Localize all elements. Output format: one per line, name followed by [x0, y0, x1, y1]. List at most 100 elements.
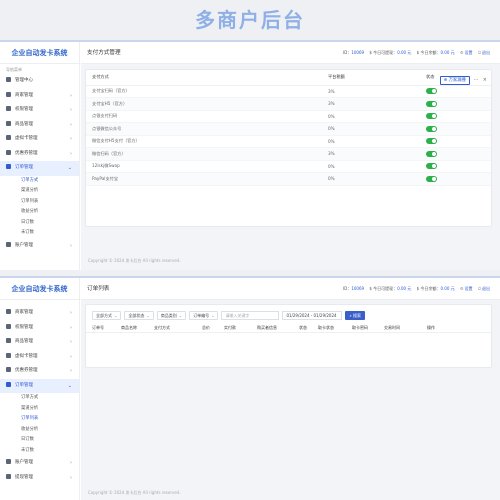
chevron-right-icon: › [70, 107, 72, 113]
sidebar-item-box[interactable]: 商品管理 › [0, 335, 79, 350]
footer: Copyright © 2024 发卡后台 All rights reserve… [88, 490, 181, 495]
sidebar-item-label: 订单管理 [15, 382, 33, 388]
close-icon[interactable]: × [483, 77, 487, 83]
submenu-item[interactable]: 未订数 [0, 446, 79, 457]
sidebar-item-label: 商品管理 [15, 121, 33, 127]
status-toggle[interactable] [426, 163, 437, 170]
sidebar-item-coupon[interactable]: 优惠券管理 › [0, 147, 79, 162]
submenu-item[interactable]: 收益分析 [0, 207, 79, 218]
profit-label: $ 今日可提现： [369, 50, 398, 55]
payment-name: 支付宝H5（官方） [86, 97, 322, 111]
search-input[interactable]: 请输入关键字 [221, 310, 280, 320]
table-row: 支付宝H5（官方） 3% [86, 97, 491, 111]
hero-title: 多商户后台 [195, 8, 305, 32]
status-toggle[interactable] [426, 150, 437, 157]
chevron-right-icon: › [70, 474, 72, 481]
settings-link[interactable]: 设置 [465, 50, 473, 55]
platform-fee: 3% [322, 147, 420, 161]
sidebar-item-card[interactable]: 虚拟卡管理 › [0, 132, 79, 147]
status-toggle[interactable] [426, 175, 437, 182]
status-select[interactable]: 全部状态 ⌄ [124, 310, 154, 320]
sidebar-item-order[interactable]: 订单管理 ⌄ [0, 378, 79, 393]
table-row: 支付宝扫码（官方） 3% [86, 85, 491, 98]
sidebar-item-coupon[interactable]: 优惠券管理 › [0, 364, 79, 379]
logout-link[interactable]: 退出 [482, 50, 490, 55]
col-platform-fee: 平台税额 [322, 70, 420, 86]
sidebar-item-label: 提现管理 [15, 474, 33, 480]
chevron-right-icon: › [70, 339, 72, 345]
chevron-right-icon: › [70, 150, 72, 157]
sidebar-item-label: 虚拟卡管理 [15, 136, 38, 141]
col-header: 操作 [427, 325, 435, 330]
logout-link[interactable]: 退出 [482, 286, 490, 291]
sidebar-item-label: 权限管理 [15, 107, 33, 112]
table-row: 点银微信公众号 0% [86, 122, 491, 136]
sidebar-item-dashboard[interactable]: 管理中心 [0, 74, 79, 89]
col-header: 状态 [299, 325, 307, 330]
coupon-icon [6, 367, 11, 372]
platform-fee: 0% [322, 172, 420, 186]
sidebar-item-lock[interactable]: 权限管理 › [0, 103, 79, 118]
status-toggle[interactable] [426, 100, 437, 107]
sidebar-item-label: 商家管理 [15, 310, 33, 315]
user-icon [6, 241, 11, 247]
platform-fee: 0% [322, 110, 420, 123]
search-button-label: 搜索 [352, 312, 361, 318]
sidebar-item-label: 订单管理 [15, 165, 33, 170]
sidebar-item-label: 管理中心 [15, 78, 33, 83]
sidebar-item-box[interactable]: 商品管理 › [0, 118, 79, 133]
sidebar-item-user[interactable]: 账户管理 › [0, 239, 79, 254]
balance-value: 0.00 元 [440, 50, 455, 55]
date-range-input[interactable]: 01/29/2024 - 01/29/2024 [282, 310, 343, 320]
sidebar-item-store[interactable]: 商家管理 › [0, 306, 79, 321]
sidebar-item-user[interactable]: 账户管理 › [0, 456, 79, 471]
sidebar-item-store[interactable]: 商家管理 › [0, 89, 79, 104]
status-cell [420, 135, 491, 148]
submenu-item[interactable]: 订单列表 [0, 414, 79, 425]
chevron-right-icon: › [70, 324, 72, 331]
submenu-item[interactable]: 日订数 [0, 435, 79, 446]
pay-method-select[interactable]: 全部方式 ⌄ [92, 310, 122, 320]
card-icon [6, 135, 11, 140]
status-toggle[interactable] [426, 113, 437, 120]
payment-name: 微信扫码（官方） [86, 147, 322, 161]
status-toggle[interactable] [426, 125, 437, 132]
sidebar-item-withdraw[interactable]: 提现管理 › [0, 471, 79, 486]
page-title: 支付方式管理 [87, 50, 121, 56]
more-icon[interactable]: ⋯ [474, 77, 479, 83]
sidebar-item-label: 权限管理 [15, 324, 33, 330]
submenu-item[interactable]: 渠道分析 [0, 404, 79, 415]
col-header: 购买者信息 [257, 325, 277, 330]
gear-icon[interactable]: ⚙ [460, 50, 464, 55]
dashboard-icon [6, 77, 11, 82]
sidebar-item-lock[interactable]: 权限管理 › [0, 321, 79, 336]
add-payment-label: 万家漏撞 [448, 77, 466, 83]
chevron-down-icon: ⌄ [114, 312, 118, 318]
store-icon [6, 91, 11, 97]
order-no-select[interactable]: 订单编号 ⌄ [189, 310, 219, 320]
status-toggle[interactable] [426, 88, 437, 95]
submenu-item[interactable]: 日订数 [0, 218, 79, 229]
topbar: 支付方式管理 ID：10069 $ 今日可提现：0.00 元 $ 今日余额：0.… [81, 42, 500, 64]
sidebar-item-card[interactable]: 虚拟卡管理 › [0, 350, 79, 365]
add-payment-button[interactable]: ⊕ 万家漏撞 [439, 75, 470, 85]
search-button[interactable]: ⌕ 搜索 [345, 310, 365, 320]
submenu-item[interactable]: 订单方式 [0, 176, 79, 187]
category-select[interactable]: 商品类别 ⌄ [156, 310, 187, 320]
lock-icon [6, 106, 11, 111]
gear-icon[interactable]: ⚙ [460, 286, 464, 291]
payment-name: PayPal支付宝 [86, 172, 322, 186]
logout-icon[interactable]: ⏻ [478, 286, 481, 291]
submenu-item[interactable]: 未订数 [0, 228, 79, 239]
submenu-item[interactable]: 订单列表 [0, 197, 79, 208]
chevron-right-icon: › [70, 121, 72, 128]
logout-icon[interactable]: ⏻ [478, 50, 481, 55]
submenu-item[interactable]: 订单方式 [0, 393, 79, 404]
submenu-item[interactable]: 收益分析 [0, 425, 79, 436]
status-toggle[interactable] [426, 138, 437, 145]
chevron-down-icon: ⌄ [146, 312, 150, 318]
submenu-item[interactable]: 渠道分析 [0, 186, 79, 197]
settings-link[interactable]: 设置 [465, 286, 473, 291]
sidebar-item-order[interactable]: 订单管理 ⌄ [0, 161, 79, 176]
col-header: 取卡密码 [352, 325, 368, 330]
